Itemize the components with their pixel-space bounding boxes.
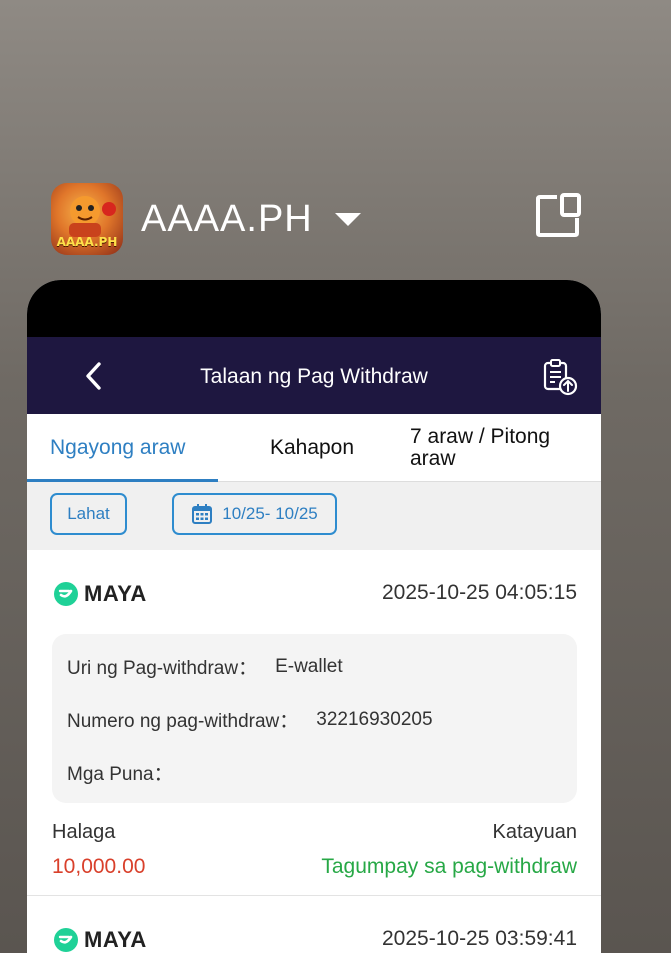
record-details: Uri ng Pag-withdraw： E-wallet Numero ng …	[52, 634, 577, 803]
tab-today[interactable]: Ngayong araw	[27, 414, 218, 481]
tab-seven-days[interactable]: 7 araw / Pitong araw	[406, 414, 591, 481]
withdraw-type-label: Uri ng Pag-withdraw：	[67, 658, 258, 679]
navigation-bar: Talaan ng Pag Withdraw	[27, 337, 601, 414]
record-timestamp: 2025-10-25 04:05:15	[382, 581, 577, 604]
app-name[interactable]: AAAA.PH	[141, 198, 313, 241]
remarks-row: Mga Puna：	[67, 746, 561, 799]
calendar-icon	[192, 504, 213, 524]
status-value: Tagumpay sa pag-withdraw	[321, 855, 577, 878]
record-timestamp: 2025-10-25 03:59:41	[382, 927, 577, 950]
amount-value: 10,000.00	[52, 855, 146, 878]
withdraw-number-value: 32216930205	[316, 708, 433, 730]
date-tabs: Ngayong araw Kahapon 7 araw / Pitong ara…	[27, 414, 601, 482]
maya-icon	[54, 582, 78, 606]
app-preview-card[interactable]: Talaan ng Pag Withdraw Ngayong araw Kaha…	[27, 280, 601, 953]
withdraw-record[interactable]: MAYA 2025-10-25 03:59:41	[27, 896, 601, 953]
channel-name: MAYA	[84, 927, 147, 952]
maya-logo: MAYA	[54, 581, 147, 607]
app-icon-label: AAAA.PH	[56, 235, 118, 249]
caret-down-icon[interactable]	[334, 212, 361, 226]
filter-row: Lahat 10/25- 10/25	[27, 482, 601, 550]
app-icon[interactable]: AAAA.PH	[51, 183, 123, 255]
type-filter-button[interactable]: Lahat	[50, 493, 127, 535]
date-range-button[interactable]: 10/25- 10/25	[172, 493, 337, 535]
status-label: Katayuan	[492, 821, 577, 843]
channel-name: MAYA	[84, 581, 147, 606]
withdraw-type-row: Uri ng Pag-withdraw： E-wallet	[67, 640, 561, 693]
page-title: Talaan ng Pag Withdraw	[200, 365, 428, 388]
withdraw-number-row: Numero ng pag-withdraw： 32216930205	[67, 693, 561, 746]
remarks-label: Mga Puna：	[67, 764, 173, 785]
withdraw-record[interactable]: MAYA 2025-10-25 04:05:15 Uri ng Pag-with…	[27, 550, 601, 895]
maya-icon	[54, 928, 78, 952]
withdraw-type-value: E-wallet	[275, 655, 343, 677]
amount-label: Halaga	[52, 821, 116, 843]
app-switcher-header[interactable]: AAAA.PH AAAA.PH	[51, 183, 361, 255]
date-range-label: 10/25- 10/25	[222, 504, 318, 523]
tab-yesterday[interactable]: Kahapon	[218, 414, 406, 481]
withdraw-number-label: Numero ng pag-withdraw：	[67, 711, 299, 732]
maya-logo: MAYA	[54, 927, 147, 953]
status-bar-area	[27, 280, 601, 337]
window-toggle-icon[interactable]	[535, 192, 583, 238]
clipboard-upload-icon[interactable]	[541, 358, 579, 396]
